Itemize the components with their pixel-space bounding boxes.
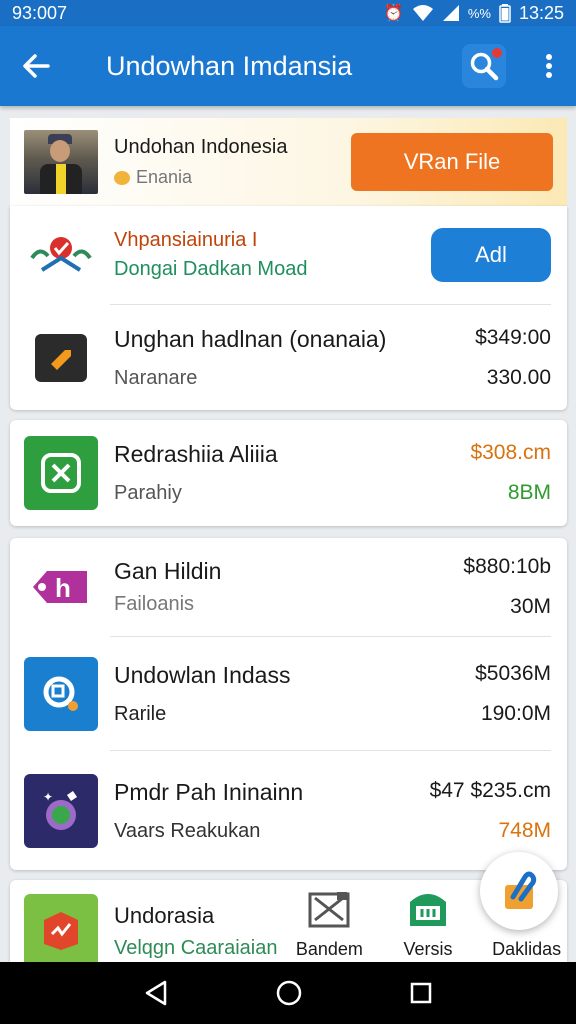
alarm-icon: ⏰ bbox=[383, 5, 404, 22]
avatar bbox=[24, 130, 98, 194]
app-size: 8BM bbox=[507, 481, 551, 504]
tab-label: Bandem bbox=[295, 939, 363, 959]
ad-button[interactable]: Adl bbox=[431, 228, 551, 282]
banner-title: Undohan Indonesia bbox=[114, 136, 288, 158]
tab-versis[interactable]: Versis bbox=[379, 887, 478, 964]
status-time-right: 13:25 bbox=[518, 2, 564, 23]
list-item[interactable]: ✦ Pmdr Pah Ininainn Vaars Reakukan $47 $… bbox=[10, 751, 567, 870]
app-icon bbox=[35, 333, 87, 382]
app-name: Redrashiia Aliiia bbox=[114, 441, 278, 467]
home-nav-icon[interactable] bbox=[275, 979, 303, 1007]
tab-bandem[interactable]: Bandem bbox=[280, 887, 379, 964]
app-icon: ✦ bbox=[24, 773, 98, 848]
status-bar: 93:007 ⏰ %% 13:25 bbox=[0, 0, 576, 26]
app-price: $5036M bbox=[475, 661, 551, 685]
app-name: Undowlan Indass bbox=[114, 661, 291, 688]
app-size: 190:0M bbox=[480, 701, 551, 725]
app-subtitle: Failoanis bbox=[114, 593, 195, 615]
app-price: $47 $235.cm bbox=[429, 778, 551, 802]
wifi-icon bbox=[412, 5, 433, 21]
list-item[interactable]: Unghan hadlnan (onanaia) Naranare $349:0… bbox=[10, 305, 567, 410]
notification-dot bbox=[492, 48, 502, 58]
app-name: Gan Hildin bbox=[114, 558, 222, 584]
featured-banner[interactable]: Undohan Indonesia Enania VRan File bbox=[10, 118, 567, 206]
list-item[interactable]: Undowlan Indass Rarile $5036M 190:0M bbox=[10, 637, 567, 750]
app-price: $880:10b bbox=[463, 555, 551, 578]
app-icon bbox=[24, 656, 98, 731]
app-size: 748M bbox=[498, 818, 551, 842]
more-vert-icon bbox=[546, 54, 552, 78]
more-options-button[interactable] bbox=[528, 53, 570, 79]
image-icon bbox=[306, 887, 352, 933]
app-name: Pmdr Pah Ininainn bbox=[114, 778, 304, 805]
app-name: Unghan hadlnan (onanaia) bbox=[114, 325, 387, 352]
app-price: $308.cm bbox=[470, 441, 551, 464]
ad-title: Vhpansiainuria I bbox=[114, 229, 258, 251]
app-bar: Undowhan Imdansia bbox=[0, 26, 576, 106]
app-subtitle: Rarile bbox=[114, 702, 167, 725]
app-icon bbox=[24, 436, 98, 510]
run-file-button[interactable]: VRan File bbox=[351, 133, 553, 191]
coin-icon bbox=[114, 170, 130, 185]
banner-subtitle: Enania bbox=[136, 167, 193, 187]
floating-action-button[interactable] bbox=[480, 852, 558, 930]
app-subtitle: Naranare bbox=[114, 366, 198, 389]
app-subtitle: Vaars Reakukan bbox=[114, 819, 261, 842]
app-size: 330.00 bbox=[486, 365, 551, 389]
app-subtitle: Parahiy bbox=[114, 482, 182, 504]
back-button[interactable] bbox=[0, 26, 72, 106]
list-item[interactable]: h Gan Hildin Failoanis $880:10b 30M bbox=[10, 538, 567, 636]
list-item[interactable]: Redrashiia Aliiia Parahiy $308.cm 8BM bbox=[10, 420, 567, 526]
signal-icon bbox=[442, 5, 459, 21]
battery-percent: %% bbox=[467, 5, 491, 21]
page-title: Undowhan Imdansia bbox=[106, 50, 353, 81]
app-list-card: h Gan Hildin Failoanis $880:10b 30M Undo… bbox=[10, 538, 567, 870]
system-nav-bar bbox=[0, 962, 576, 1024]
back-nav-icon[interactable] bbox=[143, 979, 169, 1007]
app-price: $349:00 bbox=[475, 325, 551, 349]
status-icons: ⏰ %% 13:25 bbox=[384, 3, 564, 24]
ad-subtitle: Dongai Dadkan Moad bbox=[114, 258, 308, 280]
attachment-icon bbox=[505, 871, 537, 909]
status-time-left: 93:007 bbox=[12, 2, 68, 23]
tab-label: Versis bbox=[403, 939, 453, 959]
app-icon bbox=[24, 894, 98, 968]
svg-text:✦: ✦ bbox=[43, 790, 53, 804]
arrow-left-icon bbox=[23, 54, 50, 78]
svg-text:h: h bbox=[55, 573, 71, 603]
ad-card: Vhpansiainuria I Dongai Dadkan Moad Adl … bbox=[10, 206, 567, 410]
tab-label: Daklidas bbox=[492, 939, 562, 959]
battery-icon bbox=[499, 4, 511, 23]
app-icon: h bbox=[24, 550, 98, 624]
app-size: 30M bbox=[510, 595, 551, 618]
app-card: Redrashiia Aliiia Parahiy $308.cm 8BM bbox=[10, 420, 567, 526]
ad-row[interactable]: Vhpansiainuria I Dongai Dadkan Moad Adl bbox=[10, 206, 567, 304]
recents-nav-icon[interactable] bbox=[409, 981, 433, 1005]
store-icon bbox=[405, 887, 451, 933]
ad-logo-icon bbox=[24, 218, 98, 292]
search-button[interactable] bbox=[462, 44, 506, 88]
